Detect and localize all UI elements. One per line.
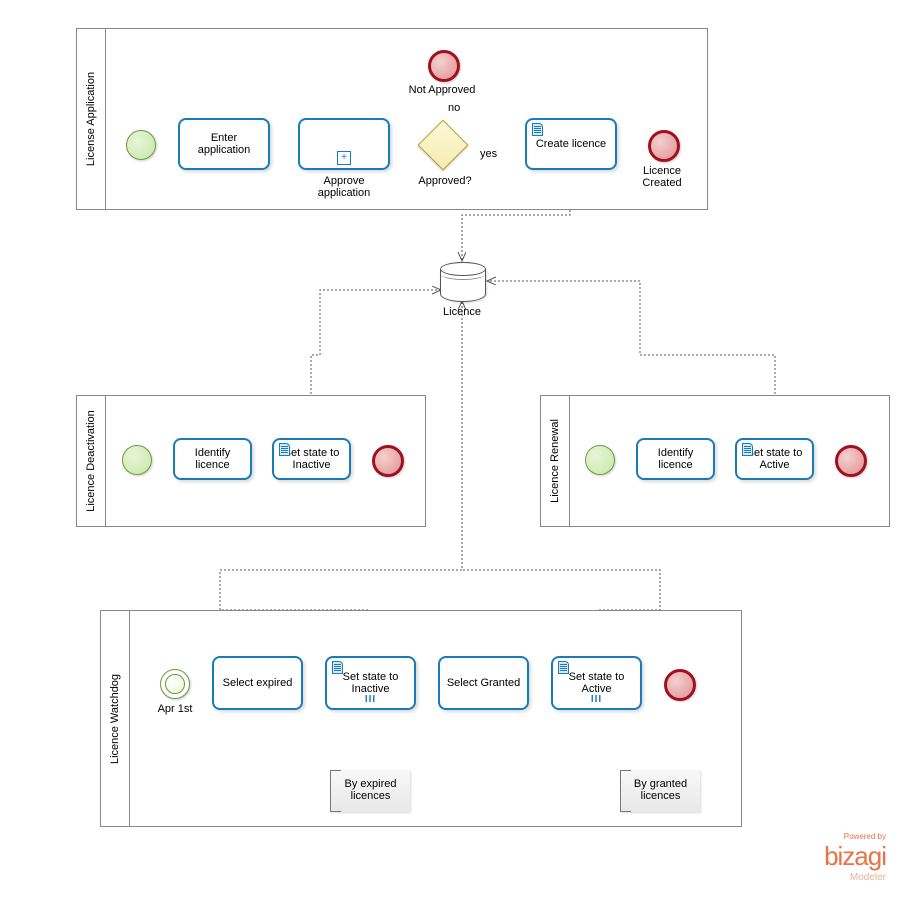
gateway-label: Approved?	[415, 175, 475, 187]
subprocess-approve-application[interactable]: +	[298, 118, 390, 170]
datastore-licence[interactable]	[440, 262, 486, 302]
pool-title: Licence Deactivation	[85, 410, 97, 512]
start-event[interactable]	[122, 445, 152, 475]
end-label: Licence Created	[632, 165, 692, 189]
task-label: Enter application	[184, 132, 264, 156]
business-rule-icon	[332, 661, 343, 674]
pool-title: Licence Renewal	[549, 419, 561, 503]
task-label: Select expired	[223, 677, 293, 689]
flow-label-yes: yes	[480, 148, 497, 160]
task-select-granted[interactable]: Select Granted	[438, 656, 529, 710]
annotation-by-expired: By expired licences	[330, 770, 410, 812]
timer-start-event[interactable]	[160, 669, 190, 699]
pool-header: License Application	[77, 29, 106, 209]
end-event[interactable]	[372, 445, 404, 477]
task-label: Set state to Inactive	[343, 671, 399, 695]
datastore-label: Licence	[440, 306, 484, 318]
task-select-expired[interactable]: Select expired	[212, 656, 303, 710]
logo-sub: Modeler	[824, 872, 886, 883]
task-set-active-wd[interactable]: Set state to ActiveIII	[551, 656, 642, 710]
task-label: Set state to Active	[747, 447, 803, 471]
pool-header: Licence Renewal	[541, 396, 570, 526]
task-label: Identify licence	[642, 447, 709, 471]
start-event[interactable]	[126, 130, 156, 160]
timer-label: Apr 1st	[150, 703, 200, 715]
task-create-licence[interactable]: Create licence	[525, 118, 617, 170]
task-enter-application[interactable]: Enter application	[178, 118, 270, 170]
task-set-active-renew[interactable]: Set state to Active	[735, 438, 814, 480]
flow-label-no: no	[448, 102, 460, 114]
pool-header: Licence Watchdog	[101, 611, 130, 826]
task-label: Identify licence	[179, 447, 246, 471]
pool-title: Licence Watchdog	[109, 673, 121, 763]
logo-brand: bizagi	[824, 841, 886, 872]
annotation-text: By expired licences	[345, 778, 397, 802]
bpmn-canvas: License Application Enter application + …	[0, 0, 906, 898]
task-label: Set state to Active	[569, 671, 625, 695]
business-rule-icon	[279, 443, 290, 456]
pool-header: Licence Deactivation	[77, 396, 106, 526]
task-set-inactive-wd[interactable]: Set state to InactiveIII	[325, 656, 416, 710]
task-label-below: Approve application	[298, 175, 390, 199]
end-label: Not Approved	[402, 84, 482, 96]
task-label: Select Granted	[447, 677, 520, 689]
annotation-text: By granted licences	[634, 778, 687, 802]
multi-instance-icon: III	[591, 694, 602, 705]
end-event-licence-created[interactable]	[648, 130, 680, 162]
logo-powered-by: Powered by	[824, 832, 886, 841]
business-rule-icon	[558, 661, 569, 674]
end-event-not-approved[interactable]	[428, 50, 460, 82]
task-identify-licence-deact[interactable]: Identify licence	[173, 438, 252, 480]
pool-title: License Application	[85, 72, 97, 166]
start-event[interactable]	[585, 445, 615, 475]
end-event[interactable]	[664, 669, 696, 701]
business-rule-icon	[742, 443, 753, 456]
task-label: Set state to Inactive	[284, 447, 340, 471]
business-rule-icon	[532, 123, 543, 136]
bizagi-logo: Powered by bizagi Modeler	[824, 832, 886, 883]
multi-instance-icon: III	[365, 694, 376, 705]
end-event[interactable]	[835, 445, 867, 477]
task-set-inactive-deact[interactable]: Set state to Inactive	[272, 438, 351, 480]
task-label: Create licence	[536, 138, 606, 150]
task-identify-licence-renew[interactable]: Identify licence	[636, 438, 715, 480]
annotation-by-granted: By granted licences	[620, 770, 700, 812]
subprocess-marker-icon: +	[337, 151, 351, 165]
